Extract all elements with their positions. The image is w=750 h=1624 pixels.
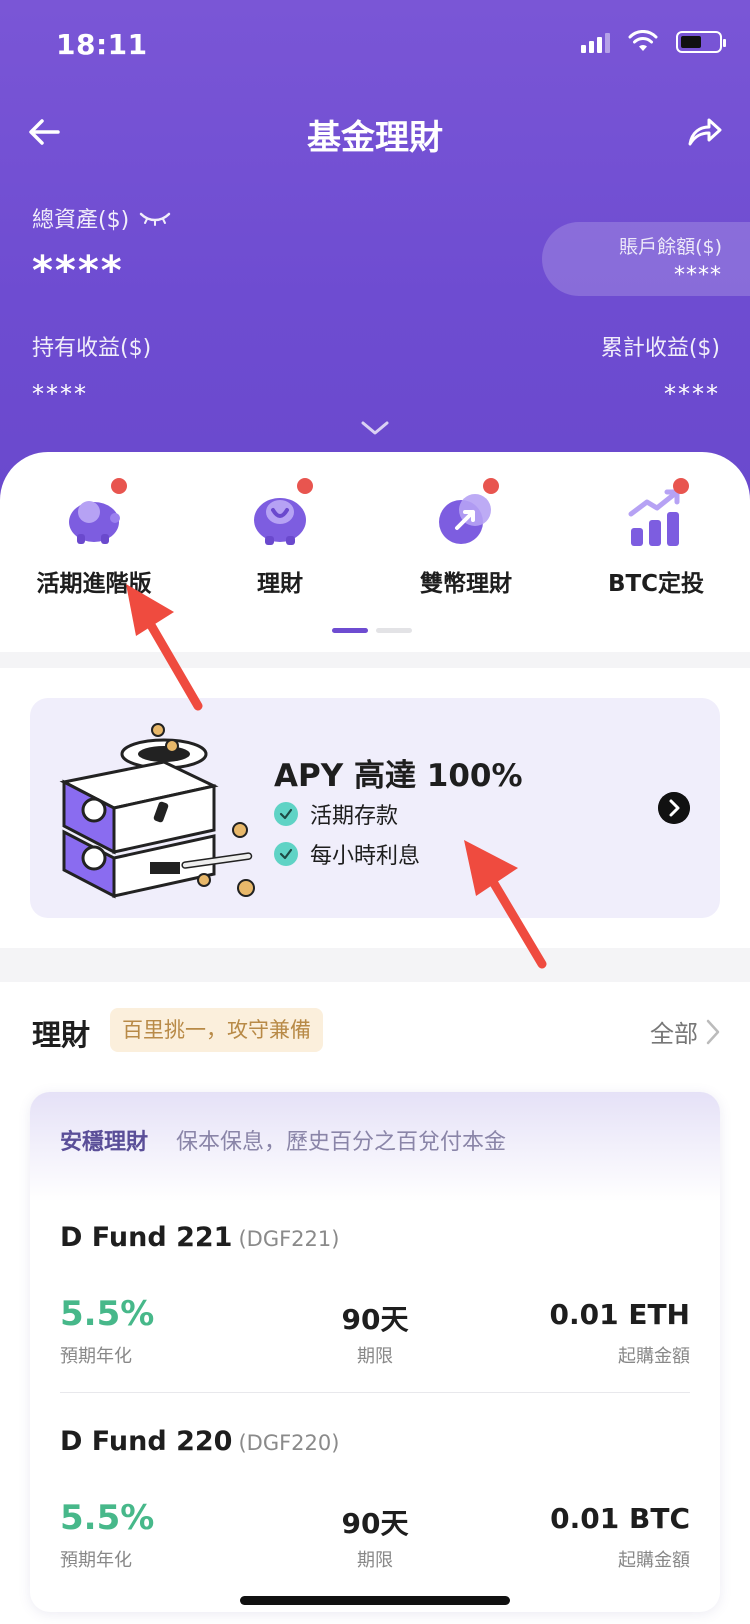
fund-term: 90天 bbox=[341, 1507, 409, 1540]
status-bar: 18:11 bbox=[0, 0, 750, 90]
finance-section: 理財 百里挑一，攻守兼備 全部 安穩理財 保本保息，歷史百分之百兌付本金 D F… bbox=[0, 982, 750, 1624]
section-title: 理財 bbox=[32, 1018, 91, 1052]
cumulative-profit-label: 累計收益($) bbox=[600, 336, 720, 361]
fund-rate: 5.5% bbox=[60, 1294, 155, 1334]
menu-item-btc-dca[interactable]: BTC定投 bbox=[566, 478, 746, 598]
fund-term-label: 期限 bbox=[357, 1346, 393, 1367]
chevron-right-icon bbox=[706, 1019, 720, 1044]
fund-name: D Fund 221 bbox=[60, 1222, 233, 1253]
quick-menu: 活期進階版 理財 雙幣理財 BTC定投 bbox=[0, 452, 750, 652]
cumulative-profit-value: **** bbox=[664, 380, 720, 408]
menu-label: BTC定投 bbox=[607, 571, 705, 597]
fund-rate-label: 預期年化 bbox=[60, 1550, 132, 1571]
menu-item-dual-currency[interactable]: 雙幣理財 bbox=[376, 478, 556, 598]
dual-currency-icon bbox=[431, 478, 501, 552]
total-assets-value: **** bbox=[32, 248, 124, 294]
annotation-arrow bbox=[126, 584, 203, 711]
chevron-down-icon[interactable] bbox=[360, 418, 390, 438]
header: 18:11 基金理財 總資產($) **** 賬戶餘額($) **** 持有收益… bbox=[0, 0, 750, 500]
total-assets-label: 總資產($) bbox=[32, 202, 171, 234]
pager-dot-active bbox=[332, 628, 368, 633]
notification-dot bbox=[297, 478, 313, 494]
divider bbox=[60, 1392, 690, 1393]
fund-title: D Fund 221 (DGF221) bbox=[60, 1222, 690, 1253]
fund-min-amount: 0.01 BTC bbox=[550, 1502, 690, 1535]
nav-bar: 基金理財 bbox=[0, 100, 750, 170]
fund-min-label: 起購金額 bbox=[618, 1346, 690, 1367]
fund-rate: 5.5% bbox=[60, 1498, 155, 1538]
fund-title: D Fund 220 (DGF220) bbox=[60, 1426, 690, 1457]
promo-check-item: 活期存款 bbox=[274, 798, 398, 830]
account-balance-pill[interactable]: 賬戶餘額($) **** bbox=[542, 222, 750, 296]
page-title: 基金理財 bbox=[307, 118, 443, 158]
menu-item-flexible-plus[interactable]: 活期進階版 bbox=[4, 478, 184, 598]
check-icon bbox=[274, 842, 298, 866]
balance-value: **** bbox=[674, 263, 722, 288]
fund-category-desc: 保本保息，歷史百分之百兌付本金 bbox=[176, 1130, 507, 1155]
promo-banner[interactable]: APY 高達 100% 活期存款 每小時利息 bbox=[30, 698, 720, 918]
savings-box-illustration bbox=[59, 723, 255, 899]
status-time: 18:11 bbox=[56, 28, 148, 61]
chart-growth-icon bbox=[621, 478, 691, 552]
fund-min-amount: 0.01 ETH bbox=[549, 1298, 691, 1331]
menu-label: 雙幣理財 bbox=[420, 571, 512, 597]
battery-icon bbox=[676, 31, 726, 53]
menu-label: 理財 bbox=[257, 571, 303, 597]
share-icon[interactable] bbox=[684, 112, 724, 152]
promo-section: APY 高達 100% 活期存款 每小時利息 bbox=[0, 668, 750, 948]
home-indicator bbox=[240, 1596, 510, 1605]
fund-term: 90天 bbox=[341, 1303, 409, 1336]
chevron-right-icon[interactable] bbox=[658, 792, 690, 824]
finance-icon bbox=[245, 478, 315, 552]
fund-code: (DGF220) bbox=[238, 1431, 340, 1455]
notification-dot bbox=[673, 478, 689, 494]
status-icons bbox=[581, 30, 726, 54]
notification-dot bbox=[483, 478, 499, 494]
fund-card: 安穩理財 保本保息，歷史百分之百兌付本金 D Fund 221 (DGF221) … bbox=[30, 1092, 720, 1612]
promo-check-item: 每小時利息 bbox=[274, 838, 420, 870]
holding-profit-label: 持有收益($) bbox=[32, 336, 152, 361]
balance-label: 賬戶餘額($) bbox=[619, 236, 722, 258]
holding-profit-value: **** bbox=[32, 380, 88, 408]
fund-rate-label: 預期年化 bbox=[60, 1346, 132, 1367]
pager-dot bbox=[376, 628, 412, 633]
fund-code: (DGF221) bbox=[238, 1227, 340, 1251]
eye-closed-icon[interactable] bbox=[139, 210, 171, 226]
fund-item[interactable]: D Fund 220 (DGF220) 5.5% 預期年化 90天 期限 0.01… bbox=[60, 1426, 690, 1612]
fund-name: D Fund 220 bbox=[60, 1426, 233, 1457]
check-icon bbox=[274, 802, 298, 826]
piggy-bank-icon bbox=[59, 478, 129, 552]
fund-min-label: 起購金額 bbox=[618, 1550, 690, 1571]
annotation-arrow bbox=[464, 840, 547, 969]
notification-dot bbox=[111, 478, 127, 494]
section-tag: 百里挑一，攻守兼備 bbox=[110, 1008, 323, 1052]
view-all-link[interactable]: 全部 bbox=[650, 1014, 720, 1049]
menu-pager bbox=[332, 628, 412, 633]
promo-headline: APY 高達 100% bbox=[274, 758, 523, 794]
wifi-icon bbox=[628, 30, 658, 51]
signal-icon bbox=[581, 31, 610, 53]
fund-category: 安穩理財 bbox=[60, 1130, 149, 1155]
menu-item-finance[interactable]: 理財 bbox=[190, 478, 370, 598]
fund-term-label: 期限 bbox=[357, 1550, 393, 1571]
